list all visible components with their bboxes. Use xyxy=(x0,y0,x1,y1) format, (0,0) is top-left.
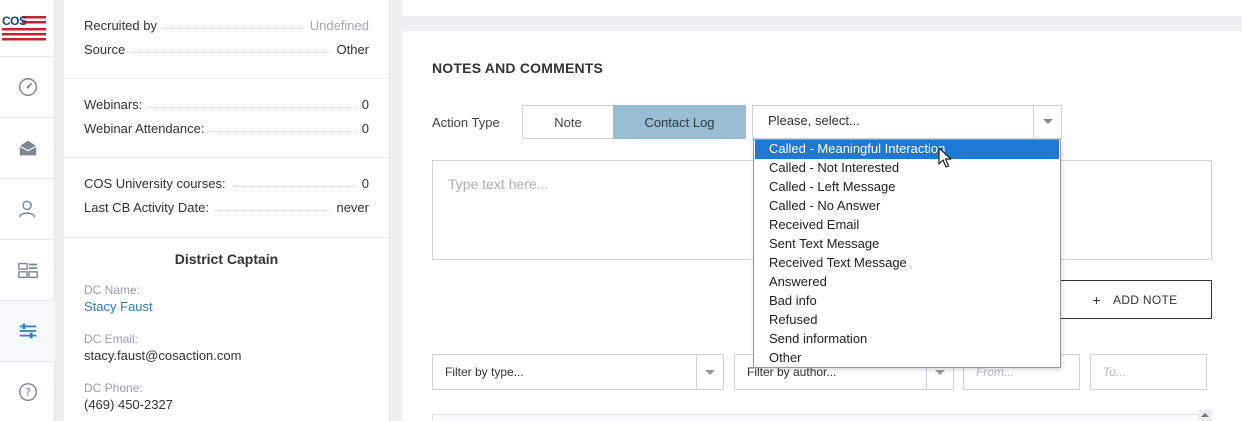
chevron-down-icon xyxy=(1043,119,1053,124)
logo-text: COS xyxy=(2,14,27,28)
note-textarea-placeholder: Type text here... xyxy=(448,176,549,192)
previous-card xyxy=(402,0,1242,16)
dropdown-option[interactable]: Called - No Answer xyxy=(755,197,1059,216)
dashboard-icon xyxy=(18,78,37,96)
dropdown-option[interactable]: Other xyxy=(755,349,1059,368)
dc-name-label: DC Name: xyxy=(84,283,141,297)
divider xyxy=(64,78,389,79)
chevron-down-icon xyxy=(705,370,715,375)
source-row: Source Other xyxy=(84,40,369,58)
rail-item-tools[interactable] xyxy=(0,300,55,361)
dc-phone-value: (469) 450-2327 xyxy=(84,397,173,412)
dropdown-option[interactable]: Received Email xyxy=(755,216,1059,235)
webinars-value: 0 xyxy=(361,96,369,112)
tab-note[interactable]: Note xyxy=(522,105,614,139)
webinar-attendance-label: Webinar Attendance: xyxy=(84,120,205,136)
help-icon: ? xyxy=(18,383,37,401)
chevron-up-icon xyxy=(1201,413,1209,417)
icon-sidebar: COS ? xyxy=(0,0,55,421)
contact-info-panel: Recruited by Undefined Source Other Webi… xyxy=(64,0,390,421)
rail-item-help[interactable]: ? xyxy=(0,361,55,421)
last-cb-activity-value: never xyxy=(336,199,369,215)
webinar-attendance-row: Webinar Attendance: 0 xyxy=(84,119,369,137)
courses-label: COS University courses: xyxy=(84,175,226,191)
webinar-attendance-value: 0 xyxy=(361,120,369,136)
dropdown-option[interactable]: Refused xyxy=(755,311,1059,330)
tab-contact-log[interactable]: Contact Log xyxy=(613,105,746,139)
svg-text:?: ? xyxy=(25,386,31,399)
courses-row: COS University courses: 0 xyxy=(84,174,369,192)
dc-email-label: DC Email: xyxy=(84,332,139,346)
add-note-label: ADD NOTE xyxy=(1113,292,1178,307)
recruited-by-value: Undefined xyxy=(309,17,369,33)
dropdown-option[interactable]: Bad info xyxy=(755,292,1059,311)
dc-email-value: stacy.faust@cosaction.com xyxy=(84,348,242,363)
district-captain-heading: District Captain xyxy=(174,251,279,267)
action-dropdown-list: Called - Meaningful Interaction Called -… xyxy=(753,139,1061,368)
plus-icon: + xyxy=(1092,291,1102,308)
source-value: Other xyxy=(336,41,369,57)
dropdown-option[interactable]: Sent Text Message xyxy=(755,235,1059,254)
divider xyxy=(64,237,389,238)
action-select[interactable]: Please, select... xyxy=(752,105,1062,139)
dotted-leader xyxy=(131,51,331,53)
recruited-by-label: Recruited by xyxy=(84,17,157,33)
layout-icon xyxy=(17,262,38,279)
rail-item-layout[interactable] xyxy=(0,239,55,300)
webinars-label: Webinars: xyxy=(84,96,143,112)
tools-icon xyxy=(19,323,36,339)
notes-list xyxy=(432,414,1212,421)
dropdown-option[interactable]: Send information xyxy=(755,330,1059,349)
last-cb-activity-label: Last CB Activity Date: xyxy=(84,199,209,215)
webinars-row: Webinars: 0 xyxy=(84,95,369,113)
cos-flag-logo[interactable]: COS xyxy=(2,12,46,42)
filter-to-date[interactable]: To... xyxy=(1090,354,1207,390)
action-select-value: Please, select... xyxy=(768,113,860,128)
divider xyxy=(64,157,389,158)
dotted-leader xyxy=(215,209,331,211)
dotted-leader xyxy=(210,130,356,132)
chevron-down-icon xyxy=(935,370,945,375)
dropdown-option[interactable]: Called - Not Interested xyxy=(755,159,1059,178)
dropdown-option[interactable]: Called - Left Message xyxy=(755,178,1059,197)
last-cb-activity-row: Last CB Activity Date: never xyxy=(84,198,369,216)
user-icon xyxy=(18,200,35,218)
rail-item-user[interactable] xyxy=(0,178,55,239)
scroll-up-button[interactable] xyxy=(1198,410,1212,421)
dotted-leader xyxy=(162,27,304,29)
source-label: Source xyxy=(84,41,126,57)
dotted-leader xyxy=(231,185,356,187)
mail-icon xyxy=(18,140,37,156)
notes-section-title: NOTES AND COMMENTS xyxy=(432,60,604,76)
filter-type-value: Filter by type... xyxy=(445,365,524,379)
dropdown-option[interactable]: Received Text Message xyxy=(755,254,1059,273)
filter-to-placeholder: To... xyxy=(1103,365,1126,379)
add-note-button[interactable]: + ADD NOTE xyxy=(1058,280,1212,319)
recruited-by-row: Recruited by Undefined xyxy=(84,16,369,34)
rail-item-mail[interactable] xyxy=(0,117,55,178)
dc-phone-label: DC Phone: xyxy=(84,381,143,395)
rail-item-dashboard[interactable] xyxy=(0,56,55,117)
dc-name-link[interactable]: Stacy Faust xyxy=(84,299,153,314)
filter-type-select[interactable]: Filter by type... xyxy=(432,354,724,390)
dropdown-option[interactable]: Answered xyxy=(755,273,1059,292)
select-arrow[interactable] xyxy=(1033,106,1061,138)
action-type-label: Action Type xyxy=(432,115,500,130)
dropdown-option[interactable]: Called - Meaningful Interaction xyxy=(755,140,1059,159)
dotted-leader xyxy=(148,106,356,108)
mouse-cursor-icon xyxy=(938,147,952,168)
select-arrow[interactable] xyxy=(696,355,723,389)
courses-value: 0 xyxy=(361,175,369,191)
